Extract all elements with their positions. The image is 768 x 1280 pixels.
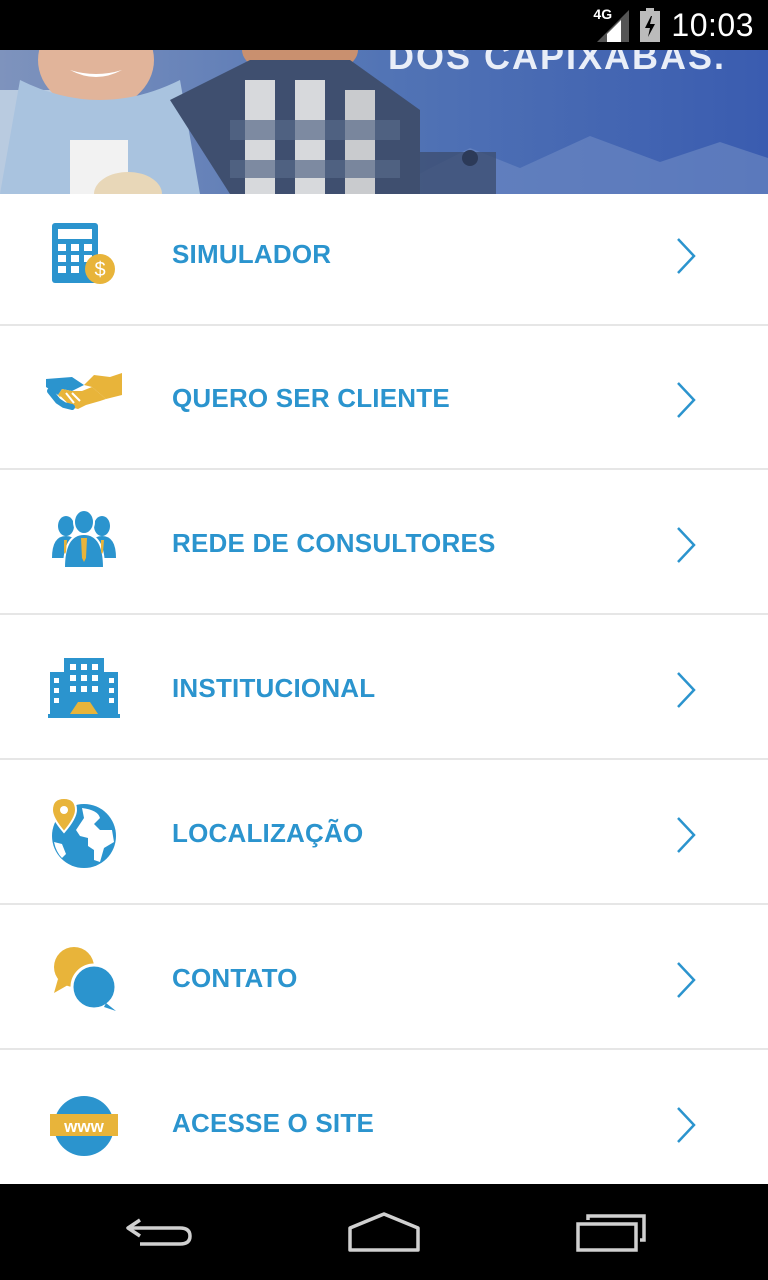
divider: [0, 468, 768, 470]
menu-item-contato[interactable]: CONTATO: [0, 906, 768, 1050]
menu-item-localizacao[interactable]: LOCALIZAÇÃO: [0, 761, 768, 905]
menu-item-simulador[interactable]: $ SIMULADOR: [0, 194, 768, 326]
system-nav-bar: [0, 1184, 768, 1280]
building-icon: [44, 654, 124, 734]
globe-pin-icon: [44, 796, 124, 876]
menu-item-label: SIMULADOR: [172, 239, 332, 269]
main-menu: $ SIMULADOR QUERO SER CLIENTE REDE DE CO…: [0, 194, 768, 1184]
chevron-right-icon: [670, 380, 700, 420]
chevron-right-icon: [670, 525, 700, 565]
banner-tagline: DOS CAPIXABAS.: [388, 50, 727, 77]
divider: [0, 1048, 768, 1050]
menu-item-rede-de-consultores[interactable]: REDE DE CONSULTORES: [0, 471, 768, 615]
menu-item-acesse-o-site[interactable]: www ACESSE O SITE: [0, 1051, 768, 1195]
status-bar: 4G 10:03: [0, 0, 768, 50]
chevron-right-icon: [670, 815, 700, 855]
back-icon[interactable]: [120, 1212, 200, 1252]
www-globe-icon: www: [44, 1086, 124, 1166]
consultants-group-icon: [44, 506, 124, 586]
menu-item-label: REDE DE CONSULTORES: [172, 528, 496, 558]
recents-icon[interactable]: [572, 1210, 652, 1254]
divider: [0, 613, 768, 615]
chevron-right-icon: [670, 1105, 700, 1145]
menu-item-label: CONTATO: [172, 963, 298, 993]
status-icons: 4G 10:03: [593, 0, 754, 50]
home-icon[interactable]: [344, 1210, 424, 1254]
chat-bubbles-icon: [44, 941, 124, 1021]
svg-text:www: www: [63, 1117, 104, 1136]
menu-item-label: INSTITUCIONAL: [172, 673, 376, 703]
chevron-right-icon: [670, 960, 700, 1000]
divider: [0, 903, 768, 905]
signal-icon: 4G: [593, 6, 630, 42]
handshake-icon: [44, 361, 124, 441]
chevron-right-icon: [670, 670, 700, 710]
divider: [0, 758, 768, 760]
clock: 10:03: [671, 6, 754, 43]
battery-icon: [639, 8, 661, 42]
svg-text:$: $: [94, 259, 105, 281]
menu-item-institucional[interactable]: INSTITUCIONAL: [0, 616, 768, 760]
hero-banner: DOS CAPIXABAS.: [0, 50, 768, 194]
menu-item-label: LOCALIZAÇÃO: [172, 818, 364, 848]
menu-item-quero-ser-cliente[interactable]: QUERO SER CLIENTE: [0, 326, 768, 470]
calculator-dollar-icon: $: [44, 219, 124, 299]
menu-item-label: ACESSE O SITE: [172, 1108, 374, 1138]
chevron-right-icon: [670, 236, 700, 276]
menu-item-label: QUERO SER CLIENTE: [172, 383, 450, 413]
